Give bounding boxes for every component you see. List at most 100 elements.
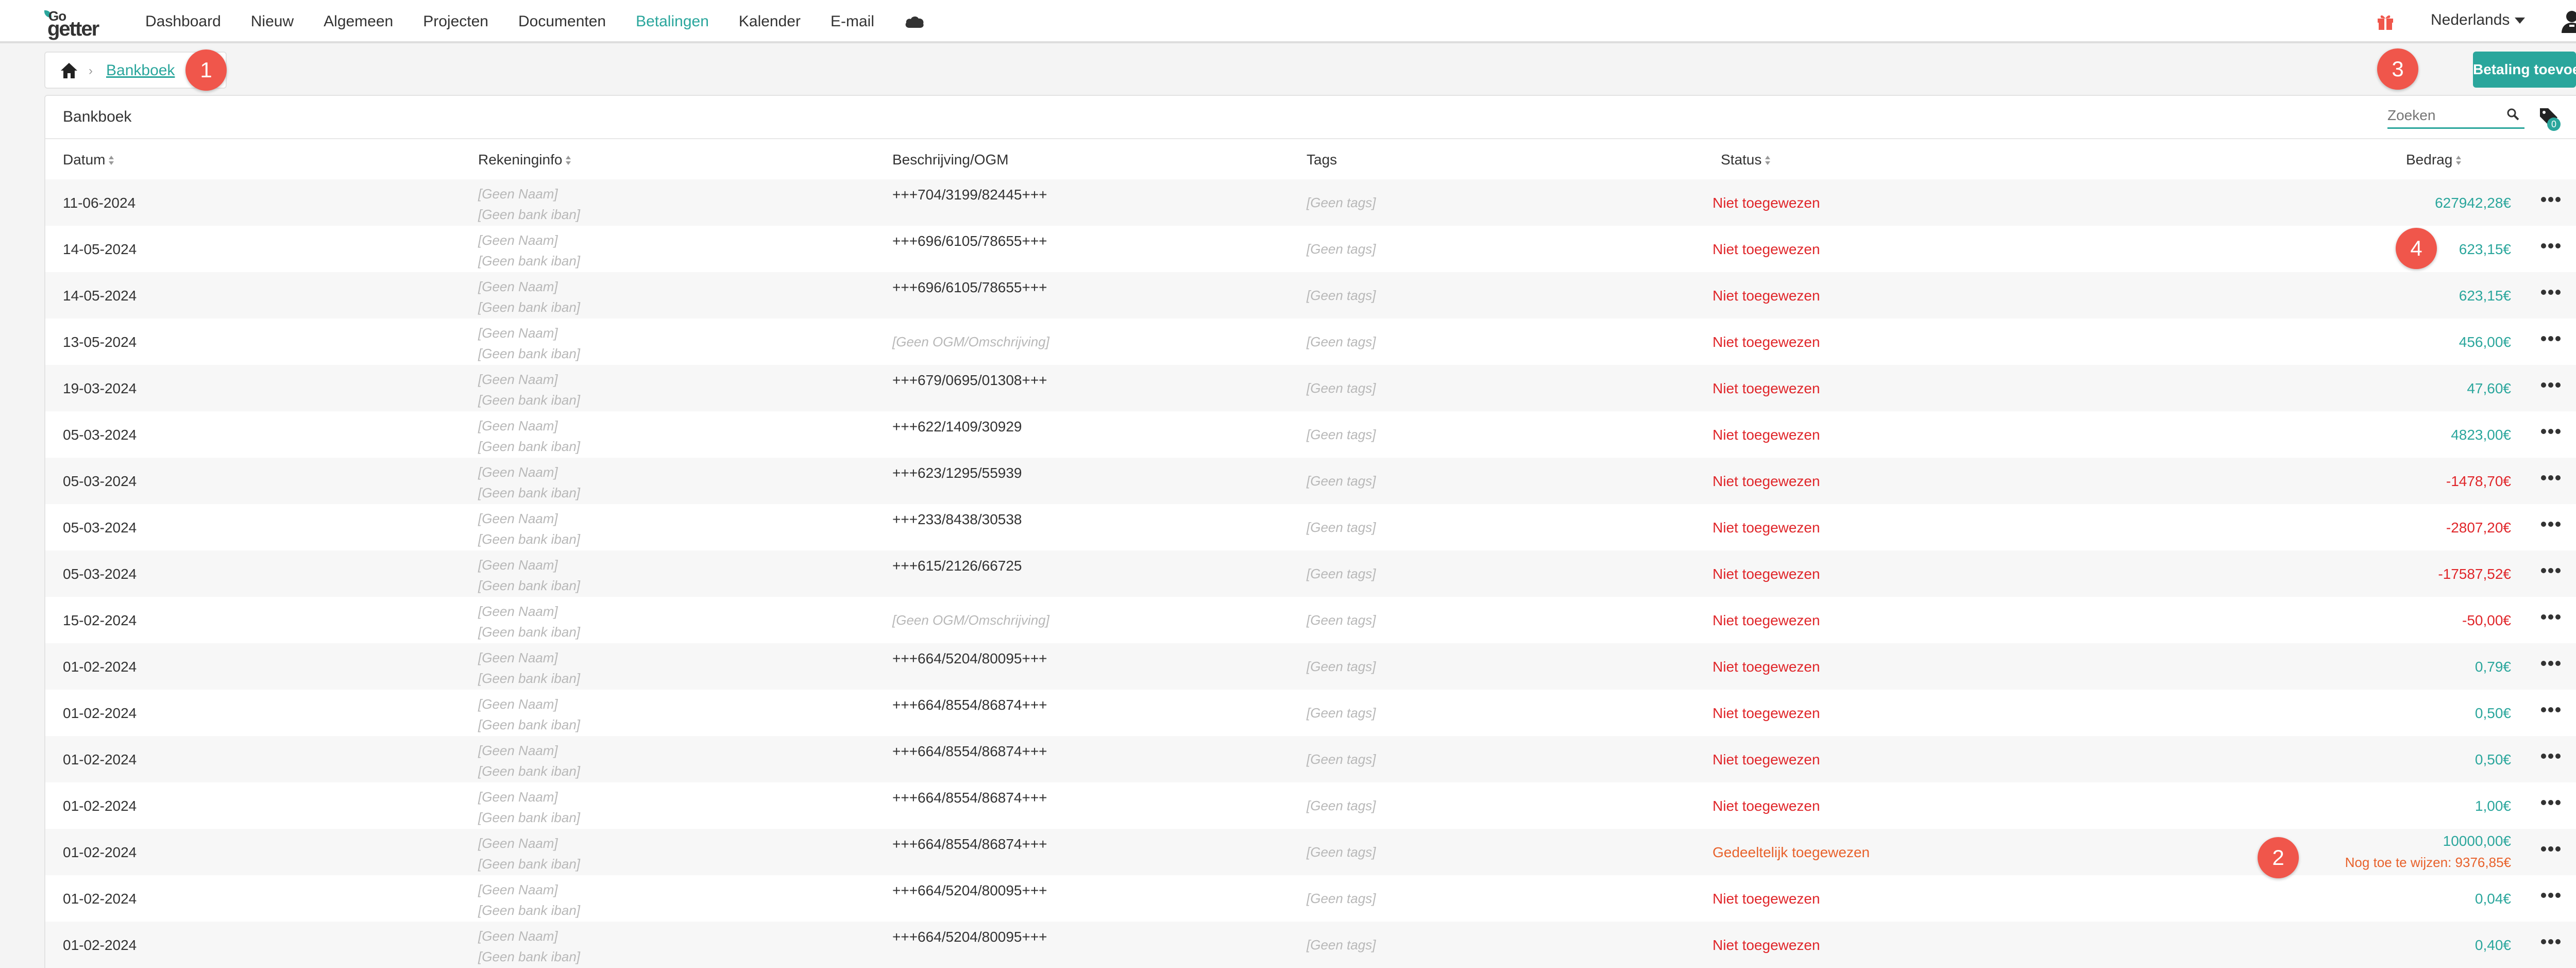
table-row[interactable]: 19-03-2024 [Geen Naam] [Geen bank iban] +++… bbox=[45, 365, 2576, 411]
gift-icon[interactable] bbox=[2376, 12, 2395, 31]
table-row[interactable]: 13-05-2024 [Geen Naam] [Geen bank iban] [Ge… bbox=[45, 319, 2576, 365]
row-account-name: [Geen Naam] bbox=[478, 604, 558, 619]
row-description: +++664/5204/80095+++ bbox=[892, 882, 1047, 898]
search-icon[interactable] bbox=[2506, 107, 2520, 122]
row-description: +++704/3199/82445+++ bbox=[892, 187, 1047, 203]
nav-item-dashboard[interactable]: Dashboard bbox=[145, 13, 221, 30]
more-actions-icon[interactable] bbox=[2541, 475, 2561, 480]
more-actions-icon[interactable] bbox=[2541, 336, 2561, 341]
column-header-date-label: Datum bbox=[63, 152, 106, 168]
nav-item-kalender[interactable]: Kalender bbox=[739, 13, 801, 30]
breadcrumb-separator-icon: › bbox=[89, 64, 93, 78]
table-row[interactable]: 01-02-2024 [Geen Naam] [Geen bank iban] +++… bbox=[45, 643, 2576, 690]
more-actions-icon[interactable] bbox=[2541, 754, 2561, 759]
nav-item-algemeen[interactable]: Algemeen bbox=[324, 13, 393, 30]
row-account-iban: [Geen bank iban] bbox=[478, 392, 581, 408]
table-row[interactable]: 14-05-2024 [Geen Naam] [Geen bank iban] +++… bbox=[45, 226, 2576, 272]
more-actions-icon[interactable] bbox=[2541, 614, 2561, 620]
table-row[interactable]: 05-03-2024 [Geen Naam] [Geen bank iban] +++… bbox=[45, 550, 2576, 597]
more-actions-icon[interactable] bbox=[2541, 661, 2561, 666]
language-dropdown[interactable]: Nederlands bbox=[2431, 11, 2526, 29]
more-actions-icon[interactable] bbox=[2541, 568, 2561, 573]
table-row[interactable]: 01-02-2024 [Geen Naam] [Geen bank iban] +++… bbox=[45, 875, 2576, 922]
annotation-badge-2: 2 bbox=[2258, 837, 2299, 878]
nav-item-documenten[interactable]: Documenten bbox=[518, 13, 606, 30]
row-description: +++664/5204/80095+++ bbox=[892, 929, 1047, 945]
table-row[interactable]: 05-03-2024 [Geen Naam] [Geen bank iban] +++… bbox=[45, 458, 2576, 504]
main-menu: Dashboard Nieuw Algemeen Projecten Docum… bbox=[145, 0, 925, 43]
row-account-name: [Geen Naam] bbox=[478, 789, 558, 805]
gogetter-logo[interactable]: Go getter bbox=[44, 5, 116, 40]
row-account-info: [Geen Naam] [Geen bank iban] bbox=[478, 415, 580, 457]
more-actions-icon[interactable] bbox=[2541, 522, 2561, 527]
table-row[interactable]: 11-06-2024 [Geen Naam] [Geen bank iban] +++… bbox=[45, 179, 2576, 226]
row-account-info: [Geen Naam] [Geen bank iban] bbox=[478, 879, 580, 921]
table-row[interactable]: 01-02-2024 [Geen Naam] [Geen bank iban] +++… bbox=[45, 782, 2576, 829]
row-description: +++696/6105/78655+++ bbox=[892, 279, 1047, 295]
column-header-date[interactable]: Datum bbox=[63, 152, 114, 168]
add-payment-button[interactable]: Betaling toevoegen bbox=[2473, 52, 2576, 88]
user-avatar-icon[interactable] bbox=[2561, 9, 2576, 34]
row-status: Niet toegewezen bbox=[1713, 520, 1820, 536]
row-tags: [Geen tags] bbox=[1307, 566, 1376, 581]
row-status: Niet toegewezen bbox=[1713, 473, 1820, 489]
more-actions-icon[interactable] bbox=[2541, 939, 2561, 944]
column-header-account-label: Rekeninginfo bbox=[478, 152, 563, 168]
nav-item-betalingen[interactable]: Betalingen bbox=[636, 13, 709, 30]
nav-item-email[interactable]: E-mail bbox=[831, 13, 874, 30]
sort-icon bbox=[1765, 155, 1771, 166]
table-row[interactable]: 01-02-2024 [Geen Naam] [Geen bank iban] +++… bbox=[45, 922, 2576, 968]
row-amount: 623,15€ bbox=[2459, 241, 2511, 257]
row-tags: [Geen tags] bbox=[1307, 241, 1376, 257]
search-box bbox=[2387, 103, 2524, 129]
row-amount: 10000,00€ bbox=[2443, 833, 2511, 849]
row-tags: [Geen tags] bbox=[1307, 195, 1376, 210]
column-header-description: Beschrijving/OGM bbox=[892, 152, 1009, 168]
row-account-name: [Geen Naam] bbox=[478, 650, 558, 665]
column-header-account[interactable]: Rekeninginfo bbox=[478, 152, 571, 168]
annotation-badge-1: 1 bbox=[185, 49, 227, 91]
more-actions-icon[interactable] bbox=[2541, 893, 2561, 898]
more-actions-icon[interactable] bbox=[2541, 243, 2561, 248]
language-label: Nederlands bbox=[2431, 11, 2510, 28]
bankbook-panel: Bankboek 0 Datum Rekeninginfo Beschrijvi… bbox=[44, 95, 2576, 968]
row-description: +++664/8554/86874+++ bbox=[892, 743, 1047, 759]
row-account-iban: [Geen bank iban] bbox=[478, 903, 581, 918]
row-account-iban: [Geen bank iban] bbox=[478, 531, 581, 547]
panel-title: Bankboek bbox=[63, 108, 132, 125]
row-account-info: [Geen Naam] [Geen bank iban] bbox=[478, 694, 580, 735]
more-actions-icon[interactable] bbox=[2541, 707, 2561, 712]
column-header-amount[interactable]: Bedrag bbox=[2406, 152, 2462, 168]
table-row[interactable]: 05-03-2024 [Geen Naam] [Geen bank iban] +++… bbox=[45, 504, 2576, 550]
table-row[interactable]: 14-05-2024 [Geen Naam] [Geen bank iban] +++… bbox=[45, 272, 2576, 319]
row-account-info: [Geen Naam] [Geen bank iban] bbox=[478, 555, 580, 596]
row-amount: 0,50€ bbox=[2475, 705, 2511, 721]
row-account-iban: [Geen bank iban] bbox=[478, 299, 581, 315]
table-row[interactable]: 01-02-2024 [Geen Naam] [Geen bank iban] +++… bbox=[45, 829, 2576, 875]
cloud-icon[interactable] bbox=[904, 14, 925, 29]
row-amount: 0,40€ bbox=[2475, 937, 2511, 953]
table-row[interactable]: 15-02-2024 [Geen Naam] [Geen bank iban] [Ge… bbox=[45, 597, 2576, 643]
row-date: 01-02-2024 bbox=[63, 798, 137, 814]
home-icon[interactable] bbox=[60, 62, 78, 79]
search-input[interactable] bbox=[2387, 105, 2501, 126]
table-row[interactable]: 05-03-2024 [Geen Naam] [Geen bank iban] +++… bbox=[45, 411, 2576, 458]
more-actions-icon[interactable] bbox=[2541, 290, 2561, 295]
row-description: +++664/5204/80095+++ bbox=[892, 650, 1047, 666]
column-header-status[interactable]: Status bbox=[1721, 152, 1771, 168]
more-actions-icon[interactable] bbox=[2541, 382, 2561, 388]
row-account-iban: [Geen bank iban] bbox=[478, 949, 581, 964]
nav-item-projecten[interactable]: Projecten bbox=[423, 13, 488, 30]
table-row[interactable]: 01-02-2024 [Geen Naam] [Geen bank iban] +++… bbox=[45, 736, 2576, 782]
more-actions-icon[interactable] bbox=[2541, 800, 2561, 805]
sort-icon bbox=[108, 155, 114, 166]
more-actions-icon[interactable] bbox=[2541, 846, 2561, 852]
table-row[interactable]: 01-02-2024 [Geen Naam] [Geen bank iban] +++… bbox=[45, 690, 2576, 736]
row-account-name: [Geen Naam] bbox=[478, 372, 558, 387]
more-actions-icon[interactable] bbox=[2541, 197, 2561, 202]
nav-item-nieuw[interactable]: Nieuw bbox=[251, 13, 294, 30]
breadcrumb-bankboek-link[interactable]: Bankboek bbox=[106, 62, 175, 79]
row-account-info: [Geen Naam] [Geen bank iban] bbox=[478, 462, 580, 503]
more-actions-icon[interactable] bbox=[2541, 429, 2561, 434]
row-status: Niet toegewezen bbox=[1713, 659, 1820, 675]
